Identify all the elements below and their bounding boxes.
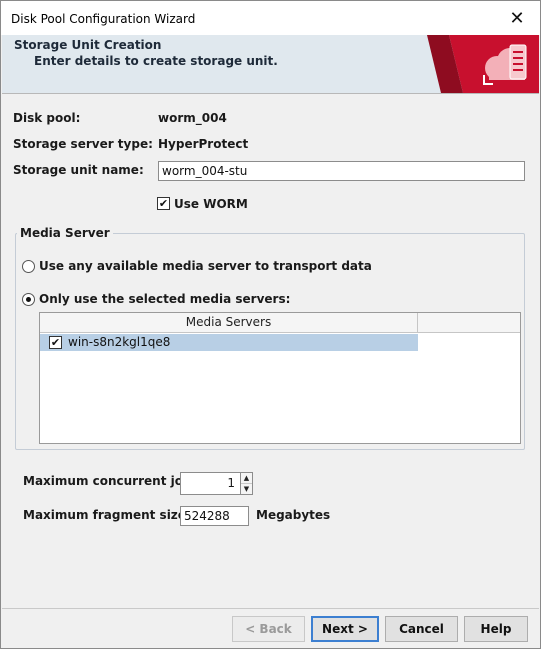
help-button[interactable]: Help bbox=[464, 616, 528, 642]
media-server-name: win-s8n2kgl1qe8 bbox=[68, 335, 171, 349]
spin-down-icon[interactable]: ▼ bbox=[241, 484, 252, 495]
disk-pool-value: worm_004 bbox=[158, 111, 227, 125]
server-type-value: HyperProtect bbox=[158, 137, 249, 151]
selected-media-servers-radio[interactable] bbox=[22, 293, 35, 306]
wizard-banner: Storage Unit Creation Enter details to c… bbox=[2, 35, 539, 93]
banner-heading: Storage Unit Creation bbox=[14, 38, 162, 52]
banner-subheading: Enter details to create storage unit. bbox=[34, 54, 278, 68]
fragment-unit-label: Megabytes bbox=[256, 508, 331, 522]
next-button[interactable]: Next > bbox=[311, 616, 379, 642]
cloud-storage-icon bbox=[427, 35, 539, 93]
wizard-window: Disk Pool Configuration Wizard ✕ Storage… bbox=[0, 0, 541, 649]
table-header-filler bbox=[418, 313, 520, 333]
footer-divider bbox=[2, 608, 539, 609]
unit-name-label: Storage unit name: bbox=[13, 163, 144, 177]
media-server-group-title: Media Server bbox=[17, 226, 113, 240]
disk-pool-label: Disk pool: bbox=[13, 111, 81, 125]
back-button[interactable]: < Back bbox=[232, 616, 305, 642]
max-fragment-input[interactable] bbox=[180, 506, 249, 526]
table-row[interactable]: ✔ win-s8n2kgl1qe8 bbox=[40, 334, 418, 351]
selected-media-servers-label[interactable]: Only use the selected media servers: bbox=[39, 292, 290, 306]
any-media-server-radio[interactable] bbox=[22, 260, 35, 273]
media-server-checkbox[interactable]: ✔ bbox=[49, 336, 62, 349]
media-servers-column-header[interactable]: Media Servers bbox=[40, 313, 418, 333]
spinner-arrows: ▲ ▼ bbox=[241, 472, 253, 495]
use-worm-label[interactable]: Use WORM bbox=[174, 197, 248, 211]
media-servers-table: Media Servers ✔ win-s8n2kgl1qe8 bbox=[39, 312, 521, 444]
spin-up-icon[interactable]: ▲ bbox=[241, 473, 252, 484]
max-jobs-spinner[interactable]: 1 ▲ ▼ bbox=[180, 472, 253, 495]
storage-unit-name-input[interactable] bbox=[158, 161, 525, 181]
banner-divider bbox=[2, 93, 539, 94]
any-media-server-label[interactable]: Use any available media server to transp… bbox=[39, 259, 372, 273]
title-bar: Disk Pool Configuration Wizard ✕ bbox=[1, 1, 540, 35]
cancel-button[interactable]: Cancel bbox=[385, 616, 458, 642]
max-jobs-field[interactable]: 1 bbox=[180, 472, 241, 495]
use-worm-checkbox[interactable]: ✔ bbox=[157, 197, 170, 210]
max-jobs-label: Maximum concurrent jobs: bbox=[23, 474, 204, 488]
max-fragment-label: Maximum fragment size: bbox=[23, 508, 191, 522]
close-icon[interactable]: ✕ bbox=[494, 1, 540, 35]
window-title: Disk Pool Configuration Wizard bbox=[11, 12, 196, 26]
server-type-label: Storage server type: bbox=[13, 137, 153, 151]
